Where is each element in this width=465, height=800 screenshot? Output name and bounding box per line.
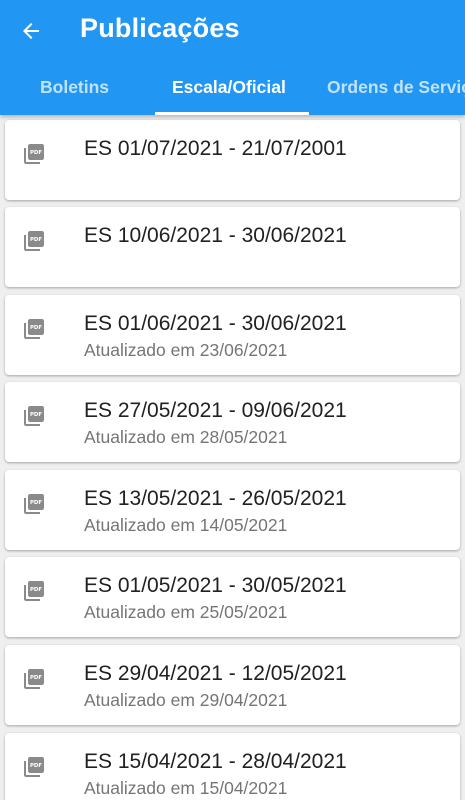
list-item[interactable]: PDF ES 01/05/2021 - 30/05/2021 Atualizad…: [5, 557, 460, 637]
tab-boletins[interactable]: Boletins: [40, 62, 135, 115]
publication-list[interactable]: PDF ES 01/07/2021 - 21/07/2001 PDF ES 10…: [0, 115, 465, 800]
item-updated-date: Atualizado em 23/06/2021: [84, 340, 288, 360]
pdf-icon: PDF: [24, 757, 44, 777]
item-title: ES 15/04/2021 - 28/04/2021: [84, 750, 347, 773]
list-item[interactable]: PDF ES 10/06/2021 - 30/06/2021: [5, 207, 460, 287]
pdf-icon: PDF: [24, 231, 44, 251]
svg-text:PDF: PDF: [30, 500, 42, 506]
svg-text:PDF: PDF: [30, 763, 42, 769]
pdf-icon: PDF: [24, 669, 44, 689]
list-item[interactable]: PDF ES 01/07/2021 - 21/07/2001: [5, 120, 460, 200]
svg-text:PDF: PDF: [30, 325, 42, 331]
item-updated-date: Atualizado em 25/05/2021: [84, 602, 288, 622]
svg-text:PDF: PDF: [30, 675, 42, 681]
pdf-icon: PDF: [24, 144, 44, 164]
item-updated-date: Atualizado em 28/05/2021: [84, 427, 288, 447]
list-item[interactable]: PDF ES 27/05/2021 - 09/06/2021 Atualizad…: [5, 382, 460, 462]
arrow-back-icon: [23, 23, 39, 39]
svg-text:PDF: PDF: [30, 237, 42, 243]
page-title: Publicações: [80, 13, 240, 43]
svg-text:PDF: PDF: [30, 412, 42, 418]
pdf-icon: PDF: [24, 406, 44, 426]
list-item[interactable]: PDF ES 29/04/2021 - 12/05/2021 Atualizad…: [5, 645, 460, 725]
item-title: ES 01/05/2021 - 30/05/2021: [84, 574, 347, 597]
item-updated-date: Atualizado em 14/05/2021: [84, 515, 288, 535]
pdf-icon: PDF: [24, 319, 44, 339]
pdf-icon: PDF: [24, 494, 44, 514]
svg-text:PDF: PDF: [30, 587, 42, 593]
svg-text:PDF: PDF: [30, 150, 42, 156]
tab-bar: Boletins Escala/Oficial Ordens de Serviç…: [0, 62, 465, 115]
item-title: ES 10/06/2021 - 30/06/2021: [84, 224, 347, 247]
list-item[interactable]: PDF ES 01/06/2021 - 30/06/2021 Atualizad…: [5, 295, 460, 375]
item-title: ES 01/07/2021 - 21/07/2001: [84, 137, 347, 160]
item-title: ES 01/06/2021 - 30/06/2021: [84, 312, 347, 335]
item-title: ES 13/05/2021 - 26/05/2021: [84, 487, 347, 510]
list-item[interactable]: PDF ES 13/05/2021 - 26/05/2021 Atualizad…: [5, 470, 460, 550]
tab-indicator: [155, 112, 309, 115]
item-updated-date: Atualizado em 29/04/2021: [84, 690, 288, 710]
tab-ordens-de-servico[interactable]: Ordens de Serviço: [327, 62, 465, 115]
item-title: ES 27/05/2021 - 09/06/2021: [84, 399, 347, 422]
app-screen: Publicações Boletins Escala/Oficial Orde…: [0, 0, 465, 800]
tab-escala-oficial[interactable]: Escala/Oficial: [172, 62, 291, 115]
app-bar: Publicações Boletins Escala/Oficial Orde…: [0, 0, 465, 115]
item-title: ES 29/04/2021 - 12/05/2021: [84, 662, 347, 685]
pdf-icon: PDF: [24, 581, 44, 601]
item-updated-date: Atualizado em 15/04/2021: [84, 778, 288, 798]
list-item[interactable]: PDF ES 15/04/2021 - 28/04/2021 Atualizad…: [5, 733, 460, 800]
back-button[interactable]: [14, 14, 48, 48]
